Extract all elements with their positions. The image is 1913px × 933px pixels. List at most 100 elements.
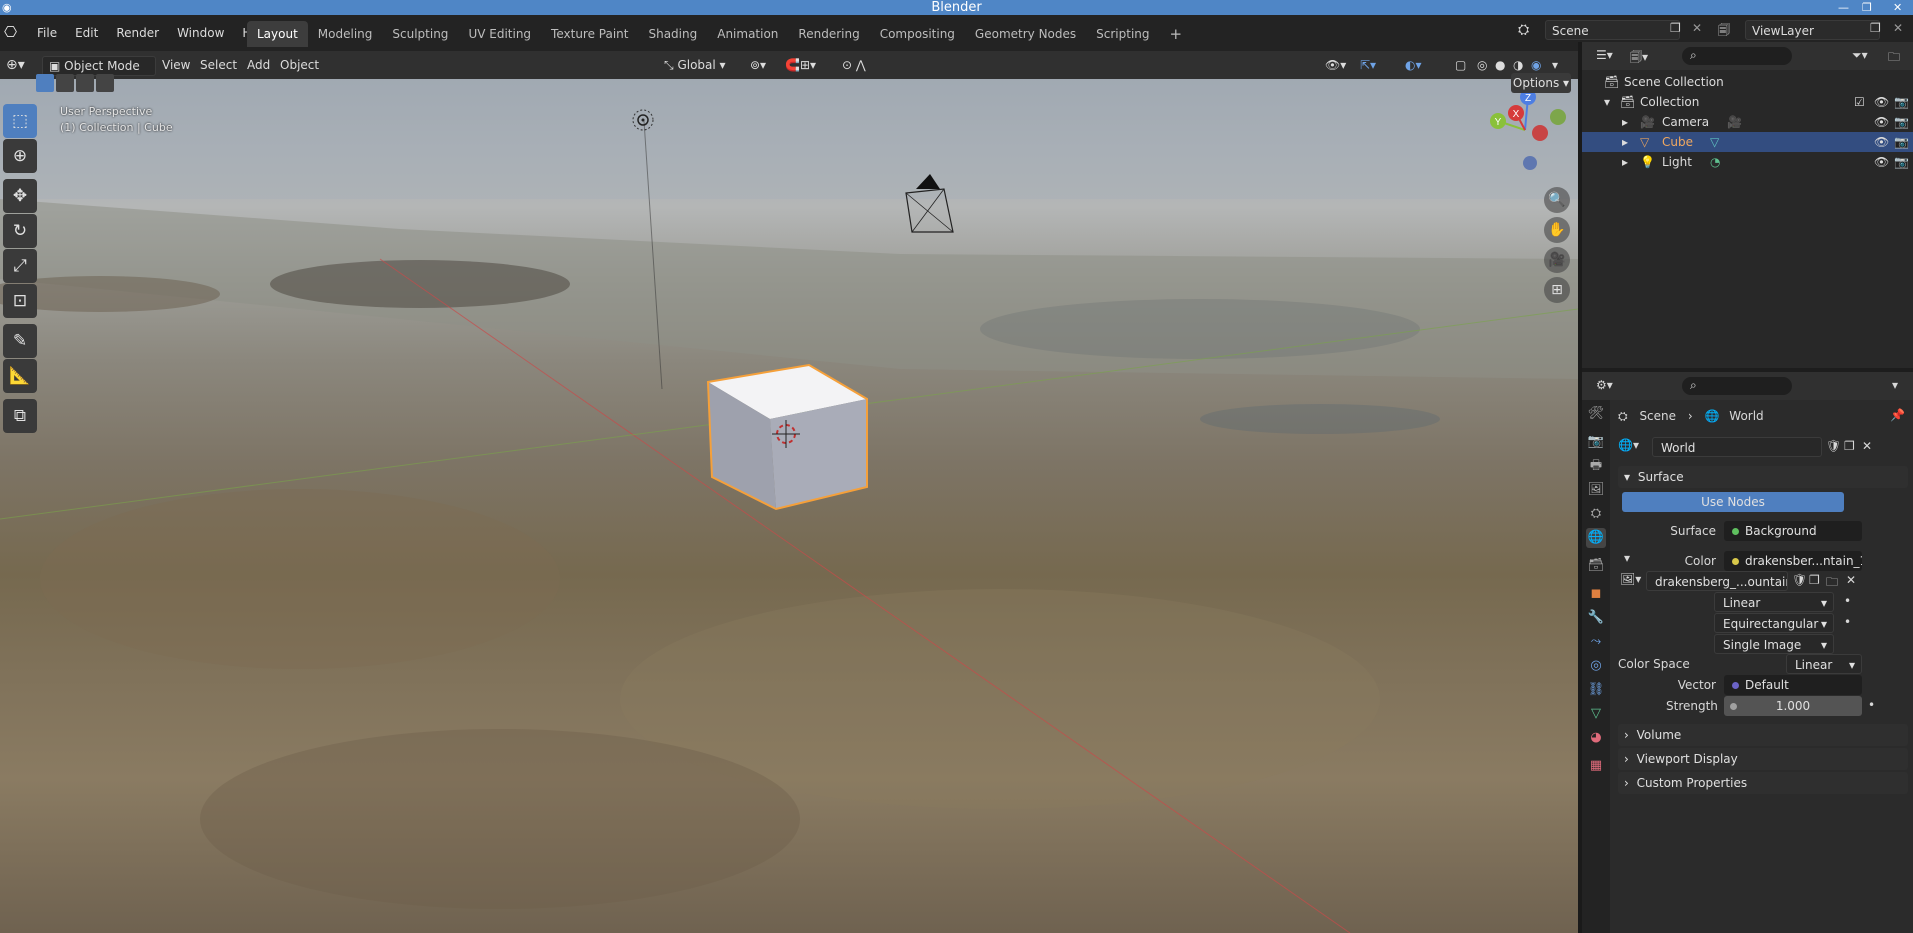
source-dropdown[interactable]: Single Image ▾	[1714, 634, 1834, 654]
solid-shading-icon[interactable]: ●	[1495, 56, 1505, 74]
transform-tool-icon[interactable]: ⊡	[3, 284, 37, 318]
new-collection-icon[interactable]: 🗀	[1888, 48, 1900, 69]
close-icon[interactable]: ✕	[1893, 0, 1902, 15]
zoom-icon[interactable]: 🔍	[1544, 187, 1570, 213]
duplicate-world-icon[interactable]: ❐	[1844, 439, 1855, 453]
output-tab-icon[interactable]: 🖶	[1586, 456, 1606, 476]
camera-visibility-icon[interactable]: 👁	[1874, 112, 1889, 132]
interpolation-keyframe-icon[interactable]: •	[1844, 594, 1851, 608]
options-dropdown[interactable]: Options ▾	[1511, 73, 1571, 93]
world-browse-icon[interactable]: 🌐▾	[1618, 438, 1639, 452]
pan-hand-icon[interactable]: ✋	[1544, 217, 1570, 243]
xray-icon[interactable]: ▢	[1455, 56, 1466, 74]
scene-selector[interactable]: Scene	[1545, 20, 1680, 40]
scene-tab-icon[interactable]: ⛭	[1586, 504, 1606, 524]
delete-view-layer-icon[interactable]: ✕	[1893, 21, 1903, 35]
menu-select[interactable]: Select	[200, 56, 237, 74]
visibility-eye-icon[interactable]: 👁	[1874, 92, 1889, 112]
color-texture-field[interactable]: drakensber...ntain_1k.exr	[1724, 551, 1862, 571]
select-extend-icon[interactable]	[56, 74, 74, 92]
properties-search-input[interactable]: ⌕	[1682, 377, 1792, 395]
duplicate-image-icon[interactable]: ❐	[1809, 573, 1820, 587]
render-tab-icon[interactable]: 📷	[1586, 432, 1606, 452]
constraints-tab-icon[interactable]: ⛓	[1586, 680, 1606, 700]
view-layer-selector[interactable]: ViewLayer	[1745, 20, 1880, 40]
tab-animation[interactable]: Animation	[707, 21, 788, 47]
delete-scene-icon[interactable]: ✕	[1692, 21, 1702, 35]
select-box-tool-icon[interactable]: ⬚	[3, 104, 37, 138]
add-workspace-icon[interactable]: +	[1160, 21, 1193, 47]
image-fake-user-icon[interactable]: 🛡	[1792, 573, 1807, 587]
scene-icon[interactable]: ⛭	[1518, 22, 1529, 38]
pin-icon[interactable]: 📌	[1890, 408, 1905, 422]
select-new-icon[interactable]	[36, 74, 54, 92]
3d-viewport[interactable]: User Perspective (1) Collection | Cube Z…	[0, 79, 1578, 933]
projection-dropdown[interactable]: Equirectangular ▾	[1714, 613, 1834, 633]
fake-user-icon[interactable]: 🛡	[1826, 439, 1841, 453]
select-intersect-icon[interactable]	[96, 74, 114, 92]
outliner-row-collection[interactable]: ▾ 🗃 Collection ☑ 👁 📷	[1582, 92, 1913, 112]
viewport-display-panel-header[interactable]: › Viewport Display	[1618, 748, 1908, 770]
mesh-data-icon[interactable]: ▽	[1710, 132, 1719, 152]
cube-object[interactable]	[706, 363, 868, 511]
view-layer-tab-icon[interactable]: 🖼	[1586, 480, 1606, 500]
light-render-icon[interactable]: 📷	[1894, 152, 1909, 172]
tab-compositing[interactable]: Compositing	[870, 21, 965, 47]
outliner-row-light[interactable]: ▸ 💡 Light ◔ 👁 📷	[1582, 152, 1913, 172]
tab-sculpting[interactable]: Sculpting	[382, 21, 458, 47]
new-view-layer-icon[interactable]: ❐	[1870, 21, 1881, 35]
tab-geometry-nodes[interactable]: Geometry Nodes	[965, 21, 1086, 47]
camera-render-icon[interactable]: 📷	[1894, 112, 1909, 132]
snap-icon[interactable]: 🧲⊞▾	[785, 56, 816, 74]
camera-view-icon[interactable]: 🎥	[1544, 247, 1570, 273]
outliner-search-input[interactable]: ⌕	[1682, 47, 1792, 65]
camera-data-icon[interactable]: 🎥	[1727, 112, 1742, 132]
proportional-editing-icon[interactable]: ⊙ ⋀	[842, 56, 866, 74]
world-name-field[interactable]: World	[1652, 437, 1822, 457]
perspective-toggle-icon[interactable]: ⊞	[1544, 277, 1570, 303]
material-tab-icon[interactable]: ◕	[1586, 728, 1606, 748]
menu-file[interactable]: File	[28, 26, 66, 40]
data-tab-icon[interactable]: ▽	[1586, 704, 1606, 724]
outliner-row-cube[interactable]: ▸ ▽ Cube ▽ 👁 📷	[1582, 132, 1913, 152]
visibility-icon[interactable]: 👁▾	[1325, 56, 1346, 74]
collection-tab-icon[interactable]: 🗃	[1586, 556, 1606, 576]
properties-editor-type-icon[interactable]: ⚙▾	[1596, 378, 1613, 392]
light-data-icon[interactable]: ◔	[1710, 152, 1720, 172]
rotate-tool-icon[interactable]: ↻	[3, 214, 37, 248]
minimize-icon[interactable]: —	[1838, 0, 1849, 15]
menu-window[interactable]: Window	[168, 26, 233, 40]
transform-orientation-dropdown[interactable]: ⤡ Global ▾	[664, 56, 726, 74]
projection-keyframe-icon[interactable]: •	[1844, 615, 1851, 629]
navigation-gizmo[interactable]: Z X Y	[1480, 85, 1570, 175]
color-space-dropdown[interactable]: Linear ▾	[1786, 654, 1862, 674]
physics-tab-icon[interactable]: ◎	[1586, 656, 1606, 676]
measure-tool-icon[interactable]: 📐	[3, 359, 37, 393]
exclude-checkbox-icon[interactable]: ☑	[1854, 92, 1865, 112]
collapse-color-icon[interactable]: ▾	[1624, 551, 1630, 565]
filter-icon[interactable]: ⏷▾	[1852, 48, 1868, 63]
tab-rendering[interactable]: Rendering	[788, 21, 869, 47]
outliner-editor-type-icon[interactable]: ☰▾	[1596, 48, 1613, 62]
tab-uv-editing[interactable]: UV Editing	[458, 21, 541, 47]
interpolation-dropdown[interactable]: Linear ▾	[1714, 592, 1834, 612]
custom-properties-panel-header[interactable]: › Custom Properties	[1618, 772, 1908, 794]
move-tool-icon[interactable]: ✥	[3, 179, 37, 213]
tab-modeling[interactable]: Modeling	[308, 21, 383, 47]
unlink-world-icon[interactable]: ✕	[1862, 439, 1872, 453]
expand-camera-icon[interactable]: ▸	[1622, 112, 1628, 132]
select-subtract-icon[interactable]	[76, 74, 94, 92]
light-visibility-icon[interactable]: 👁	[1874, 152, 1889, 172]
volume-panel-header[interactable]: › Volume	[1618, 724, 1908, 746]
tab-layout[interactable]: Layout	[247, 21, 308, 47]
expand-cube-icon[interactable]: ▸	[1622, 132, 1628, 152]
display-mode-icon[interactable]: 🗐▾	[1630, 48, 1648, 69]
tab-shading[interactable]: Shading	[638, 21, 707, 47]
world-tab-icon[interactable]: 🌐	[1586, 528, 1606, 548]
cursor-tool-icon[interactable]: ⊕	[3, 139, 37, 173]
editor-type-icon[interactable]: ⊕▾	[6, 56, 25, 74]
tab-texture-paint[interactable]: Texture Paint	[541, 21, 638, 47]
pivot-point-icon[interactable]: ⊚▾	[750, 56, 766, 74]
overlays-icon[interactable]: ◐▾	[1405, 56, 1422, 74]
menu-object[interactable]: Object	[280, 56, 319, 74]
